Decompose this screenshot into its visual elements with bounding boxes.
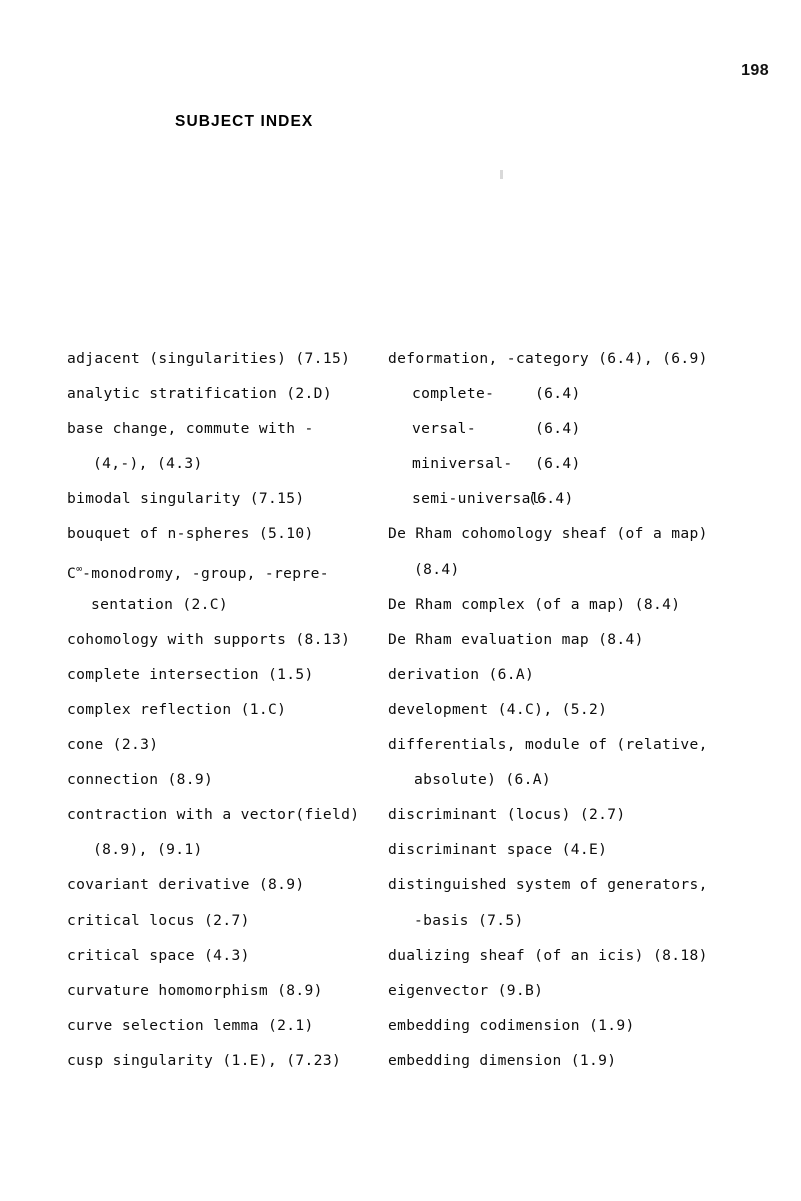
page-title: SUBJECT INDEX [175, 113, 314, 130]
scan-artifact [500, 170, 503, 179]
index-entry: connection (8.9) [67, 771, 214, 789]
index-entry: discriminant (locus) (2.7) [388, 806, 626, 824]
index-sub-entry: miniversal- (6.4) [388, 446, 718, 481]
index-sub-entry-term: versal- [412, 420, 476, 438]
index-entry: development (4.C), (5.2) [388, 700, 608, 718]
index-sub-entry-reference: (6.4) [535, 385, 581, 403]
index-sub-entry-term: semi-universal- [412, 490, 550, 508]
index-entry: cusp singularity (1.E), (7.23) [67, 1051, 342, 1069]
index-entry-continuation: -basis (7.5) [414, 911, 524, 929]
index-entry-prefix: C [67, 564, 77, 582]
index-page: 198 SUBJECT INDEX adjacent (singularitie… [0, 0, 801, 1201]
index-column-right: deformation, -category (6.4), (6.9) compl… [388, 341, 718, 1078]
index-entry-continuation: (4,-), (4.3) [93, 455, 203, 473]
index-entry-continuation: absolute) (6.A) [414, 771, 552, 789]
index-entry: cone (2.3) [67, 736, 159, 754]
index-entry: discriminant space (4.E) [388, 841, 608, 859]
index-entry: embedding dimension (1.9) [388, 1051, 617, 1069]
index-entry: bouquet of n-spheres (5.10) [67, 525, 314, 543]
index-entry: curve selection lemma (2.1) [67, 1016, 314, 1034]
index-sub-entry-term: complete- [412, 385, 495, 403]
index-entry-continuation: sentation (2.C) [91, 595, 229, 613]
index-entry: critical locus (2.7) [67, 911, 250, 929]
index-entry: distinguished system of generators, [388, 876, 708, 894]
index-entry: derivation (6.A) [388, 665, 535, 683]
index-entry: dualizing sheaf (of an icis) (8.18) [388, 946, 708, 964]
index-column-left: adjacent (singularities) (7.15) analytic … [67, 341, 367, 1078]
index-entry: critical space (4.3) [67, 946, 250, 964]
index-sub-entry: complete- (6.4) [388, 376, 718, 411]
index-entry: covariant derivative (8.9) [67, 876, 305, 894]
index-entry: bimodal singularity (7.15) [67, 490, 305, 508]
index-entry: eigenvector (9.B) [388, 981, 544, 999]
index-entry: C∞-monodromy, -group, -repre- [67, 552, 367, 587]
index-entry: deformation, -category (6.4), (6.9) [388, 350, 708, 367]
index-entry-text: -monodromy, -group, -repre- [82, 564, 329, 582]
index-entry: complete intersection (1.5) [67, 665, 314, 683]
index-entry-continuation: (8.9), (9.1) [93, 841, 203, 859]
index-entry: differentials, module of (relative, [388, 736, 708, 754]
index-entry: base change, commute with - [67, 420, 314, 438]
index-entry: analytic stratification (2.D) [67, 385, 332, 403]
index-entry: curvature homomorphism (8.9) [67, 981, 323, 999]
index-sub-entry-term: miniversal- [412, 455, 513, 473]
index-entry: contraction with a vector(field) [67, 806, 360, 824]
index-sub-entry: semi-universal- (6.4) [388, 481, 718, 516]
index-entry-continuation: (8.4) [414, 560, 460, 578]
index-entry: complex reflection (1.C) [67, 700, 287, 718]
index-sub-entry-reference: (6.4) [535, 455, 581, 473]
index-entry: De Rham complex (of a map) (8.4) [388, 595, 681, 613]
index-sub-entry: versal- (6.4) [388, 411, 718, 446]
page-number: 198 [741, 62, 769, 79]
index-entry: cohomology with supports (8.13) [67, 630, 351, 648]
index-sub-entry-reference: (6.4) [528, 490, 574, 508]
index-entry: embedding codimension (1.9) [388, 1016, 635, 1034]
index-entry: adjacent (singularities) (7.15) [67, 350, 351, 367]
index-entry: De Rham cohomology sheaf (of a map) [388, 525, 708, 543]
index-entry: De Rham evaluation map (8.4) [388, 630, 644, 648]
index-sub-entry-reference: (6.4) [535, 420, 581, 438]
